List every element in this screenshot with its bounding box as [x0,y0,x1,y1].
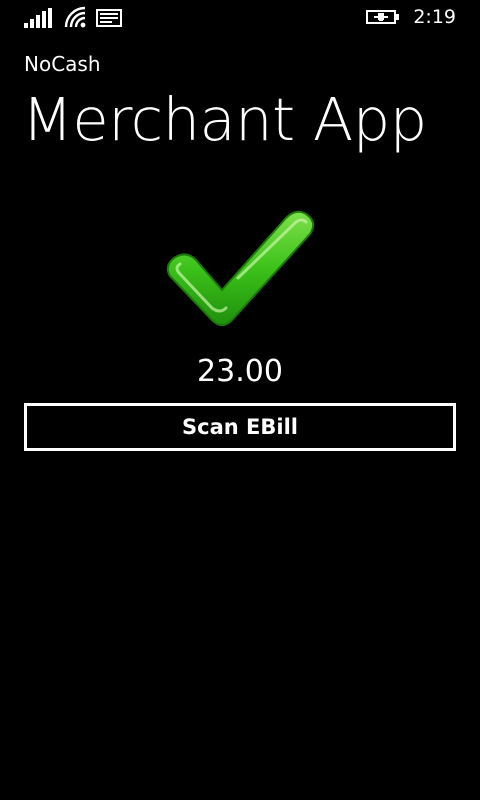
signal-strength-icon [24,8,52,28]
phone-screen: 2:19 NoCash Merchant App 23.00 Scan EBil… [0,0,480,800]
page-title: Merchant App [22,85,427,154]
status-bar: 2:19 [0,0,480,34]
wifi-icon [64,6,86,28]
app-name: NoCash [24,52,101,76]
checkmark-icon [166,210,315,326]
payment-amount: 23.00 [197,354,283,389]
battery-charging-icon [366,10,399,24]
scan-ebill-button[interactable]: Scan EBill [24,403,456,451]
status-clock: 2:19 [413,6,456,28]
scan-ebill-label: Scan EBill [182,415,298,439]
message-icon [96,9,122,27]
